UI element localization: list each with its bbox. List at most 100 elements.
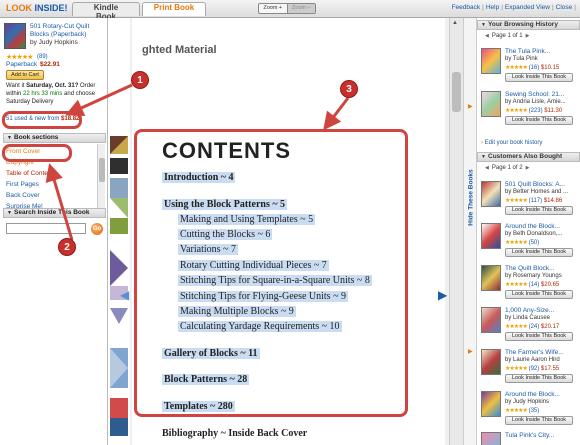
scrollbar-thumb[interactable]: [452, 72, 461, 112]
rating-stars: ★★★★★: [505, 198, 528, 204]
logo-look-text: LOOK: [6, 3, 32, 13]
hide-these-books-tab[interactable]: Hide These Books: [464, 158, 478, 238]
zoom-in-button[interactable]: Zoom +: [259, 4, 287, 13]
rating-count[interactable]: (92): [529, 366, 540, 372]
book-thumbnail[interactable]: [481, 391, 501, 417]
book-rating: ★★★★★ (92) $17.55: [505, 365, 559, 372]
toc-entry[interactable]: Bibliography ~ Inside Back Cover: [162, 428, 307, 439]
tab-print-book[interactable]: Print Book: [142, 2, 206, 16]
separator: |: [501, 4, 503, 11]
scroll-up-icon[interactable]: ▲: [452, 20, 458, 26]
book-title-link[interactable]: Around the Block...: [505, 391, 560, 398]
book-rating: ★★★★★ (16) $10.15: [505, 64, 559, 71]
book-thumbnail[interactable]: [481, 181, 501, 207]
rating-count[interactable]: (14): [529, 282, 540, 288]
expand-arrow-icon[interactable]: ▶: [468, 348, 473, 355]
feedback-link[interactable]: Feedback: [452, 4, 481, 11]
add-to-cart-button[interactable]: Add to Cart: [6, 70, 44, 80]
book-thumbnail[interactable]: [481, 91, 501, 117]
also-bought-item: Tula Pink's City...: [477, 432, 580, 445]
look-inside-button[interactable]: Look Inside This Book: [505, 116, 573, 125]
rating-stars: ★★★★★: [505, 366, 528, 372]
book-title-link[interactable]: 1,000 Any-Size...: [505, 307, 554, 314]
sections-scrollbar[interactable]: [97, 144, 105, 208]
book-title-link[interactable]: Tula Pink's City...: [505, 432, 554, 439]
prev-page-icon[interactable]: ◀: [485, 33, 489, 39]
tab-kindle-book[interactable]: Kindle Book: [72, 2, 140, 21]
close-link[interactable]: Close: [556, 4, 573, 11]
next-page-icon[interactable]: ▶: [526, 165, 530, 171]
book-thumbnail[interactable]: [481, 48, 501, 74]
section-first-pages[interactable]: First Pages: [6, 179, 57, 190]
rating-stars: ★★★★★: [505, 65, 528, 71]
book-title-link[interactable]: Sewing School: 21...: [505, 91, 564, 98]
book-sections-heading: Book sections: [14, 134, 59, 141]
zoom-control: Zoom + Zoom –: [258, 3, 316, 14]
next-page-arrow-icon[interactable]: ▶: [438, 288, 447, 302]
ship-prefix: Want it: [6, 83, 27, 89]
look-inside-button[interactable]: Look Inside This Book: [505, 416, 573, 425]
search-inside-input[interactable]: [6, 223, 86, 234]
book-title-link[interactable]: 501 Quilt Blocks: A...: [505, 181, 565, 188]
look-inside-button[interactable]: Look Inside This Book: [505, 73, 573, 82]
callout-highlight-table-of-contents: [2, 144, 72, 162]
book-title-link[interactable]: 501 Rotary-Cut Quilt Blocks (Paperback): [30, 23, 106, 39]
rating-count[interactable]: (50): [529, 240, 540, 246]
rating-count[interactable]: (117): [529, 198, 543, 204]
hide-books-strip[interactable]: ▶ Hide These Books ▶: [463, 18, 477, 445]
rating-count[interactable]: (223): [529, 108, 543, 114]
quilt-pattern-strip: [108, 18, 130, 445]
book-title-link[interactable]: The Farmer's Wife...: [505, 349, 564, 356]
search-go-button[interactable]: Go: [91, 223, 103, 235]
previous-page-arrow-icon[interactable]: ◀: [120, 288, 129, 302]
expanded-view-link[interactable]: Expanded View: [505, 4, 550, 11]
book-thumbnail[interactable]: [481, 349, 501, 375]
edit-history-link[interactable]: › Edit your book history: [481, 140, 542, 146]
rating-stars: ★★★★★: [505, 282, 528, 288]
book-rating: ★★★★★ (50): [505, 239, 539, 246]
look-inside-button[interactable]: Look Inside This Book: [505, 206, 573, 215]
book-sections-header[interactable]: ▼ Book sections: [3, 133, 106, 143]
rating-count[interactable]: (16): [529, 65, 540, 71]
help-link[interactable]: Help: [486, 4, 499, 11]
look-inside-button[interactable]: Look Inside This Book: [505, 290, 573, 299]
browsing-history-header[interactable]: ▼ Your Browsing History: [477, 20, 580, 30]
book-title-link[interactable]: The Tula Pink...: [505, 48, 550, 55]
book-thumbnail[interactable]: [481, 307, 501, 333]
look-inside-button[interactable]: Look Inside This Book: [505, 248, 573, 257]
book-author: by Rosemary Youngs: [505, 273, 562, 279]
expand-arrow-icon[interactable]: ▶: [468, 103, 473, 110]
rating-count[interactable]: (35): [529, 408, 540, 414]
look-inside-logo: LOOK INSIDE!: [3, 2, 71, 15]
book-title-link[interactable]: Around the Block...: [505, 223, 560, 230]
section-table-of-contents[interactable]: Table of Contents: [6, 168, 57, 179]
format-link[interactable]: Paperback: [6, 61, 37, 68]
page-scrollbar[interactable]: ▲: [449, 18, 463, 445]
browsing-history-heading: Your Browsing History: [488, 21, 558, 28]
section-back-cover[interactable]: Back Cover: [6, 190, 57, 201]
book-author: by Linda Causee: [505, 315, 551, 321]
also-bought-item: Around the Block... by Beth Donaldson,..…: [477, 223, 580, 263]
collapse-triangle-icon: ▼: [481, 22, 486, 28]
book-price: $14.86: [543, 198, 563, 204]
next-page-icon[interactable]: ▶: [526, 33, 530, 39]
book-title-link[interactable]: The Quilt Block...: [505, 265, 555, 272]
zoom-out-button[interactable]: Zoom –: [286, 4, 315, 13]
rating-count-link[interactable]: (89): [37, 54, 48, 60]
prev-page-icon[interactable]: ◀: [485, 165, 489, 171]
search-inside-header[interactable]: ▼ Search Inside This Book: [3, 208, 106, 218]
book-author: by Judy Hopkins: [30, 39, 78, 46]
book-thumbnail[interactable]: [481, 265, 501, 291]
rating-count[interactable]: (24): [529, 324, 540, 330]
scrollbar-thumb[interactable]: [99, 158, 105, 182]
also-bought-page-indicator: Page 1 of 2: [491, 165, 523, 171]
book-thumbnail[interactable]: [481, 432, 501, 445]
look-inside-button[interactable]: Look Inside This Book: [505, 374, 573, 383]
book-rating: ★★★★★ (35): [505, 407, 539, 414]
edit-arrow-icon: ›: [481, 140, 483, 146]
look-inside-button[interactable]: Look Inside This Book: [505, 332, 573, 341]
book-thumbnail[interactable]: [481, 223, 501, 249]
separator: |: [574, 4, 576, 11]
book-cover-thumbnail[interactable]: [4, 23, 26, 49]
customers-also-bought-header[interactable]: ▼ Customers Also Bought: [477, 152, 580, 162]
